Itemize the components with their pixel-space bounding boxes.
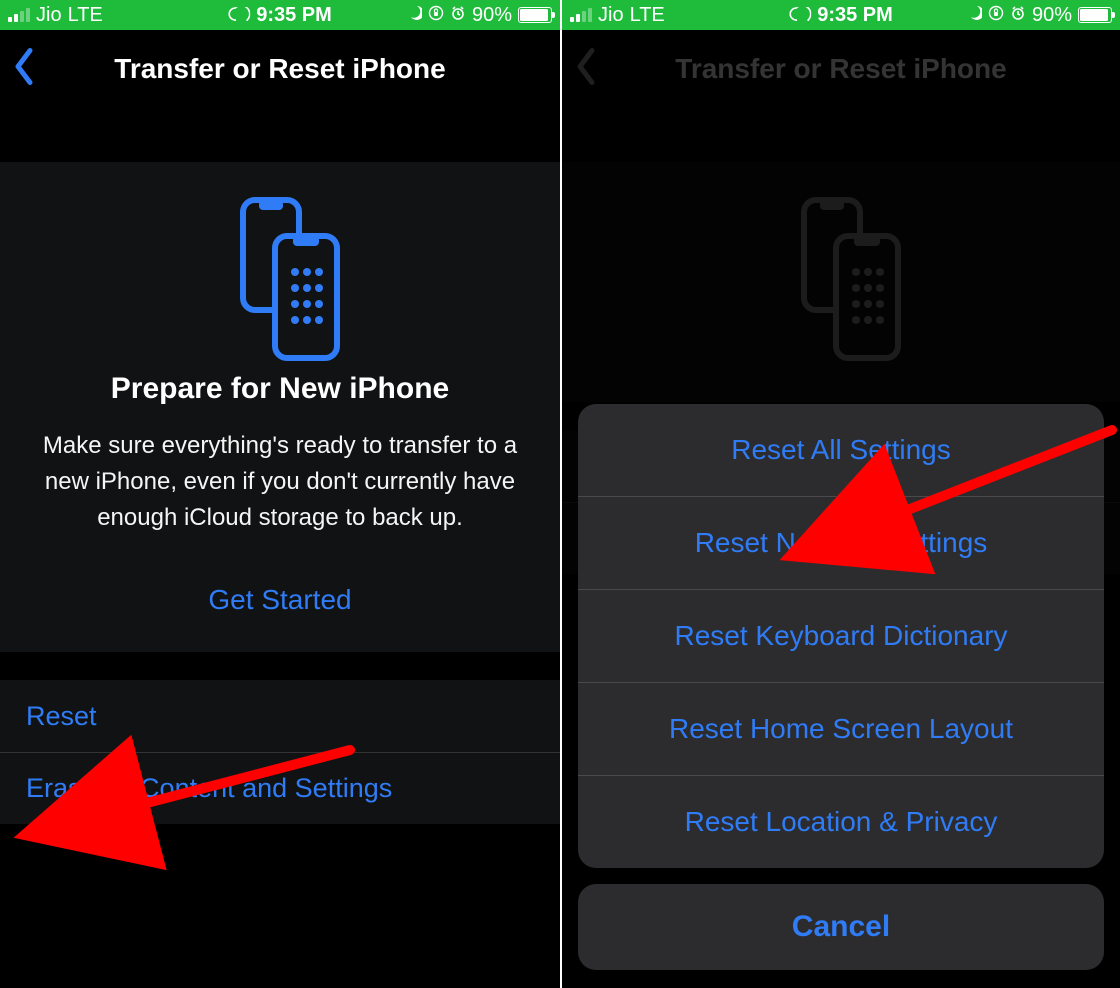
reset-network-option[interactable]: Reset Network Settings — [578, 496, 1104, 589]
screenshot-left: Jio LTE 9:35 PM 90% Transfer or Reset iP… — [0, 0, 560, 988]
action-sheet-options: Reset All Settings Reset Network Setting… — [578, 404, 1104, 868]
signal-icon — [8, 8, 30, 22]
cancel-button[interactable]: Cancel — [578, 884, 1104, 970]
two-iphones-icon — [776, 194, 906, 364]
status-right: 90% — [406, 4, 552, 27]
nav-bar: Transfer or Reset iPhone — [562, 30, 1120, 108]
nav-title: Transfer or Reset iPhone — [114, 53, 445, 85]
battery-percent: 90% — [1032, 4, 1072, 27]
two-iphones-icon — [215, 194, 345, 364]
back-button[interactable] — [12, 48, 36, 91]
lock-rotation-icon — [428, 4, 444, 27]
spacer — [562, 108, 1120, 162]
nav-bar: Transfer or Reset iPhone — [0, 30, 560, 108]
signal-icon — [570, 8, 592, 22]
reset-keyboard-option[interactable]: Reset Keyboard Dictionary — [578, 589, 1104, 682]
erase-row[interactable]: Erase All Content and Settings — [0, 752, 560, 824]
battery-icon — [518, 7, 552, 23]
reset-location-option[interactable]: Reset Location & Privacy — [578, 775, 1104, 868]
hero-body: Make sure everything's ready to transfer… — [40, 428, 520, 536]
alarm-icon — [450, 4, 466, 27]
get-started-link[interactable]: Get Started — [40, 584, 520, 616]
back-button[interactable] — [574, 48, 598, 91]
status-bar: Jio LTE 9:35 PM 90% — [562, 0, 1120, 30]
nav-title: Transfer or Reset iPhone — [675, 53, 1006, 85]
spacer — [0, 108, 560, 162]
network-label: LTE — [630, 4, 665, 27]
battery-percent: 90% — [472, 4, 512, 27]
prepare-hero: Prepare for New iPhone Make sure everyth… — [0, 162, 560, 652]
status-right: 90% — [966, 4, 1112, 27]
hotspot-icon — [789, 4, 811, 27]
reset-row[interactable]: Reset — [0, 680, 560, 752]
hotspot-icon — [228, 4, 250, 27]
carrier-label: Jio — [598, 4, 624, 27]
status-center: 9:35 PM — [228, 4, 332, 27]
status-left: Jio LTE — [570, 4, 665, 27]
alarm-icon — [1010, 4, 1026, 27]
lock-rotation-icon — [988, 4, 1004, 27]
status-left: Jio LTE — [8, 4, 103, 27]
prepare-hero — [562, 162, 1120, 402]
moon-icon — [966, 4, 982, 27]
reset-rows: Reset Erase All Content and Settings — [0, 680, 560, 824]
clock-time: 9:35 PM — [256, 4, 332, 27]
battery-icon — [1078, 7, 1112, 23]
carrier-label: Jio — [36, 4, 62, 27]
status-bar: Jio LTE 9:35 PM 90% — [0, 0, 560, 30]
network-label: LTE — [68, 4, 103, 27]
moon-icon — [406, 4, 422, 27]
hero-heading: Prepare for New iPhone — [40, 372, 520, 406]
status-center: 9:35 PM — [789, 4, 893, 27]
spacer — [0, 652, 560, 680]
reset-home-option[interactable]: Reset Home Screen Layout — [578, 682, 1104, 775]
reset-all-option[interactable]: Reset All Settings — [578, 404, 1104, 496]
action-sheet: Reset All Settings Reset Network Setting… — [578, 404, 1104, 970]
screenshot-right: Jio LTE 9:35 PM 90% Transfer or Reset iP… — [560, 0, 1120, 988]
clock-time: 9:35 PM — [817, 4, 893, 27]
